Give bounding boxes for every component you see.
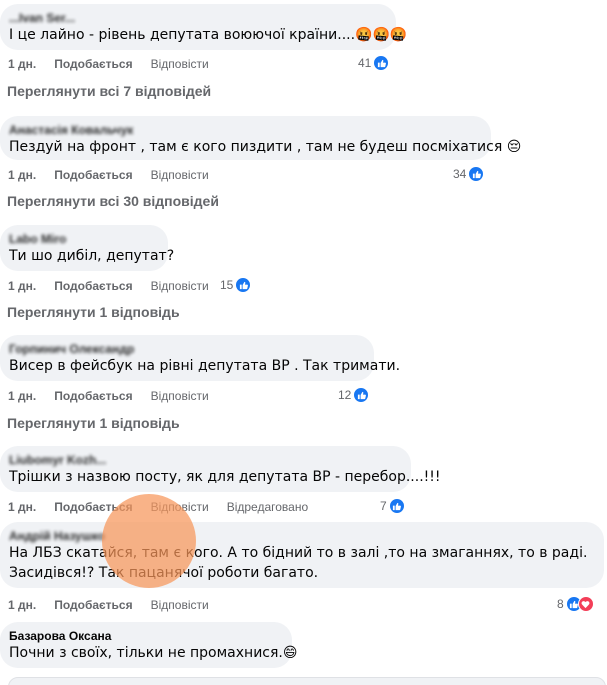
reaction-summary[interactable]: 8 xyxy=(557,595,594,613)
comment-bubble: ...Ivan Ser... І це лайно - рівень депут… xyxy=(0,4,408,50)
comment-bubble: Горпинич Олександр Висер в фейсбук на рі… xyxy=(0,335,401,381)
reaction-count: 41 xyxy=(358,56,372,70)
like-button[interactable]: Подобається xyxy=(54,389,132,403)
reply-button[interactable]: Відповісти xyxy=(151,168,209,182)
comment-text-line-2: Засидівся!? Так пацанячої роботи багато. xyxy=(9,565,319,581)
reaction-count: 34 xyxy=(453,167,467,181)
reaction-count: 12 xyxy=(338,388,352,402)
reaction-summary[interactable]: 41 xyxy=(358,54,390,72)
reaction-summary[interactable]: 12 xyxy=(338,386,370,404)
comment-author[interactable]: Liubomyr Kozh... xyxy=(9,453,401,467)
reply-button[interactable]: Відповісти xyxy=(151,389,209,403)
comment-text: Висер в фейсбук на рівні депутата ВР . Т… xyxy=(9,358,401,374)
like-button[interactable]: Подобається xyxy=(54,500,132,514)
reply-button[interactable]: Відповісти xyxy=(151,598,209,612)
comment-actions: 1 дн. Подобається Відповісти xyxy=(8,167,227,183)
comment-author[interactable]: Андрій Назушко xyxy=(9,529,594,543)
comment-author[interactable]: Базарова Оксана xyxy=(9,629,282,643)
reply-button[interactable]: Відповісти xyxy=(151,279,209,293)
view-replies-link[interactable]: Переглянути 1 відповідь xyxy=(7,415,180,431)
comment-text-line-1: На ЛБЗ скатайся, там є кого. А то бідний… xyxy=(9,545,588,561)
comment-bubble: Liubomyr Kozh... Трішки з назвою посту, … xyxy=(0,446,441,492)
reaction-summary[interactable]: 34 xyxy=(453,165,485,183)
reaction-count: 7 xyxy=(380,499,387,513)
edited-label: Відредаговано xyxy=(226,500,309,514)
like-button[interactable]: Подобається xyxy=(54,598,132,612)
comment-bubble: Андрій Назушко На ЛБЗ скатайся, там є ко… xyxy=(0,522,604,588)
comment-author[interactable]: ...Ivan Ser... xyxy=(9,11,386,25)
view-replies-link[interactable]: Переглянути всі 30 відповідей xyxy=(7,193,219,209)
comment-text: Ти шо дибіл, депутат? xyxy=(9,248,175,264)
like-icon xyxy=(353,387,370,403)
comment-bubble: Базарова Оксана Почни з своїх, тільки не… xyxy=(0,622,298,668)
comment-text: І це лайно - рівень депутата воюючої кра… xyxy=(9,27,408,43)
like-icon xyxy=(373,55,390,71)
comment-author[interactable]: Labo Miro xyxy=(9,232,158,246)
comment-time[interactable]: 1 дн. xyxy=(8,57,36,71)
comment-time[interactable]: 1 дн. xyxy=(8,500,36,514)
comment-time[interactable]: 1 дн. xyxy=(8,168,36,182)
view-replies-link[interactable]: Переглянути всі 7 відповідей xyxy=(7,83,211,99)
reaction-count: 8 xyxy=(557,597,564,611)
comment-text: Почни з своїх, тільки не промахнися.😄 xyxy=(9,645,298,661)
like-button[interactable]: Подобається xyxy=(54,168,132,182)
comment-actions: 1 дн. Подобається Відповісти xyxy=(8,597,227,613)
reply-button[interactable]: Відповісти xyxy=(151,57,209,71)
like-icon xyxy=(468,166,485,182)
comment-actions: 1 дн. Подобається Відповісти xyxy=(8,388,227,404)
comment-time[interactable]: 1 дн. xyxy=(8,279,36,293)
comment-time[interactable]: 1 дн. xyxy=(8,598,36,612)
comment-author[interactable]: Анастасія Ковальчук xyxy=(9,123,481,137)
reply-button[interactable]: Відповісти xyxy=(151,500,209,514)
like-button[interactable]: Подобається xyxy=(54,279,132,293)
comment-time[interactable]: 1 дн. xyxy=(8,389,36,403)
view-replies-link[interactable]: Переглянути 1 відповідь xyxy=(7,304,180,320)
comment-bubble: Labo Miro Ти шо дибіл, депутат? xyxy=(0,225,175,271)
comment-text: Трішки з назвою посту, як для депутата В… xyxy=(9,469,441,485)
heart-icon xyxy=(577,596,594,612)
comment-text: Пездуй на фронт , там є кого пиздити , т… xyxy=(9,139,522,155)
comment-bubble: Анастасія Ковальчук Пездуй на фронт , та… xyxy=(0,116,522,160)
comment-author[interactable]: Горпинич Олександр xyxy=(9,342,364,356)
like-button[interactable]: Подобається xyxy=(54,57,132,71)
like-icon xyxy=(235,277,252,293)
comment-actions: 1 дн. Подобається Відповісти xyxy=(8,278,227,294)
reaction-summary[interactable]: 7 xyxy=(380,497,405,515)
comment-input[interactable] xyxy=(8,677,606,685)
reaction-summary[interactable]: 15 xyxy=(220,276,252,294)
comment-actions: 1 дн. Подобається Відповісти xyxy=(8,56,227,72)
like-icon xyxy=(388,498,405,514)
reaction-count: 15 xyxy=(220,278,234,292)
comment-actions: 1 дн. Подобається Відповісти Відредагова… xyxy=(8,499,308,515)
